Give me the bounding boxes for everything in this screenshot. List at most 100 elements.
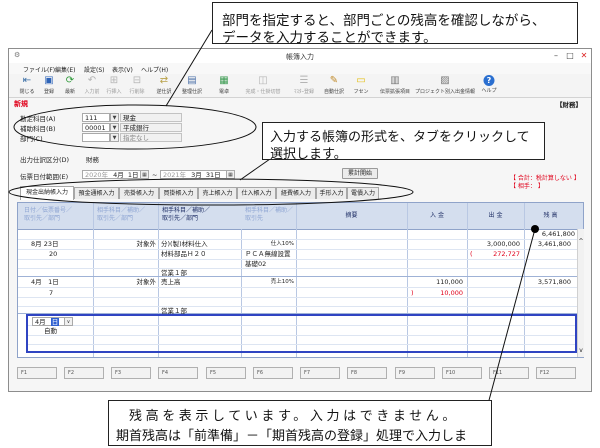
function-key-f12[interactable]: F12 (536, 367, 576, 379)
entry1-tax-amount: 272,727 (493, 250, 520, 258)
function-key-f4[interactable]: F4 (158, 367, 198, 379)
scroll-down-icon[interactable]: v (578, 347, 584, 355)
adjust-entry-button[interactable]: ▤ 整理仕訳 (182, 75, 202, 95)
project-info-icon: ▨ (440, 75, 450, 86)
tab-purchase[interactable]: 仕入帳入力 (237, 187, 276, 199)
menu-file[interactable]: ファイル(F) (23, 65, 55, 74)
output-class-value[interactable]: 財務 (86, 154, 99, 164)
calendar-icon[interactable]: ▦ (226, 170, 235, 179)
function-key-f5[interactable]: F5 (206, 367, 246, 379)
chevron-down-icon[interactable]: ▼ (110, 133, 119, 142)
close-door-icon: ⇤ (22, 75, 32, 86)
entry2-date[interactable]: 4月 1日 (31, 278, 59, 286)
function-key-f1[interactable]: F1 (17, 367, 57, 379)
reverse-entry-button[interactable]: ⇄ 逆仕訳 (156, 75, 171, 95)
function-key-f11[interactable]: F11 (489, 367, 529, 379)
tab-sales[interactable]: 売上帳入力 (198, 187, 237, 199)
function-key-f3[interactable]: F3 (111, 367, 151, 379)
entry1-partner[interactable]: ＰＣＡ無線設置 (245, 250, 291, 258)
function-key-f7[interactable]: F7 (300, 367, 340, 379)
maximize-button[interactable]: □ (563, 50, 577, 61)
function-key-f6[interactable]: F6 (253, 367, 293, 379)
tab-payable[interactable]: 買掛帳入力 (159, 187, 198, 199)
header-balance: 残 高 (543, 212, 558, 219)
tab-bank-book[interactable]: 預金通帳入力 (74, 187, 119, 199)
entry2-deposit[interactable]: 110,000 (407, 278, 463, 286)
sub-account-code-input[interactable]: 00001 (82, 123, 110, 132)
help-button[interactable]: ? ヘルプ (481, 75, 497, 94)
tab-e-claims[interactable]: 電債入力 (347, 187, 379, 199)
close-window-button[interactable]: ✕ (577, 50, 591, 61)
date-to-year: 2021年 (163, 171, 187, 179)
slip-extension-button[interactable]: ▥ 伝票拡張項目 (380, 75, 410, 95)
switch-button[interactable]: ◫ 完成・仕掛切替 (245, 75, 280, 95)
calculator-button[interactable]: ▦ 電卓 (218, 75, 231, 95)
vertical-scrollbar[interactable]: ^ v (577, 229, 584, 357)
menu-settings[interactable]: 設定(S) (84, 65, 105, 74)
tab-bills[interactable]: 手形入力 (316, 187, 347, 199)
header-tax-col: 相手科目／補助／ 取引先／部門 (97, 207, 145, 222)
refresh-button[interactable]: ⟳ 最新 (64, 75, 77, 95)
chevron-down-icon[interactable]: ▼ (110, 113, 119, 122)
tab-cash-book[interactable]: 現金出納帳入力 (20, 186, 74, 200)
chevron-down-icon[interactable]: ∨ (64, 317, 73, 326)
date-from-year: 2020年 (85, 171, 109, 179)
entry1-tax[interactable]: 仕入10% (248, 240, 294, 248)
minimize-button[interactable]: – (549, 50, 563, 61)
auto-entry-button[interactable]: ✎ 自動仕訳 (324, 75, 344, 95)
menu-bar: ファイル(F) 編集(E) 設定(S) 表示(V) ヘルプ(H) (9, 63, 591, 74)
cumulative-start-button[interactable]: 累計開始 (342, 168, 378, 179)
entry1-department[interactable]: 営業１部 (161, 269, 187, 277)
calculator-label: 電卓 (218, 89, 229, 95)
row-divider (18, 297, 577, 298)
register-button[interactable]: ▣ 登録 (43, 75, 56, 95)
refresh-icon: ⟳ (65, 75, 75, 86)
entry1-date[interactable]: 8月 23日 (31, 240, 58, 248)
entry1-dept-code[interactable]: 基礎02 (245, 260, 266, 268)
department-code-input[interactable] (82, 133, 110, 142)
entry2-account[interactable]: 売上高 (161, 278, 181, 286)
new-entry-row[interactable]: 4月 日 ∨ 自動 (26, 314, 577, 353)
undo-button[interactable]: ↶ 入力前 (84, 75, 99, 95)
row-divider (28, 335, 575, 336)
calendar-icon[interactable]: ▦ (140, 170, 149, 179)
entry1-withdrawal[interactable]: 3,000,000 (467, 240, 520, 248)
function-key-f2[interactable]: F2 (64, 367, 104, 379)
tab-expense[interactable]: 経費帳入力 (276, 187, 316, 199)
chevron-down-icon[interactable]: ▼ (110, 123, 119, 132)
row-divider (18, 287, 577, 288)
row-insert-button[interactable]: ⊞ 行挿入 (106, 75, 121, 95)
menu-edit[interactable]: 編集(E) (55, 65, 75, 74)
scroll-up-icon[interactable]: ^ (578, 238, 584, 246)
master-register-button[interactable]: ☰ ﾏｽﾀｰ登録 (294, 75, 314, 95)
date-range-label: 伝票日付範囲(E) (20, 173, 69, 181)
close-button[interactable]: ⇤ 閉じる (19, 75, 34, 95)
menu-view[interactable]: 表示(V) (112, 65, 133, 74)
switch-icon: ◫ (258, 75, 268, 86)
menu-help[interactable]: ヘルプ(H) (141, 65, 168, 74)
function-key-f10[interactable]: F10 (442, 367, 482, 379)
entry2-tax[interactable]: 売上10% (248, 278, 294, 286)
adjust-entry-label: 整理仕訳 (181, 89, 203, 95)
date-to-input[interactable]: 2021年 3月 31日 (160, 170, 234, 179)
date-from-input[interactable]: 2020年 4月 1日 (82, 170, 148, 179)
row-delete-button[interactable]: ⊟ 行削除 (129, 75, 144, 95)
entry1-slip-no[interactable]: 20 (49, 250, 57, 258)
entry1-account[interactable]: 分)(製)材料仕入 (161, 240, 208, 248)
sticky-note-button[interactable]: ▭ フセン (353, 75, 368, 95)
row-divider (28, 344, 575, 345)
entry1-sub-account[interactable]: 材料部品Ｈ２０ (161, 250, 207, 258)
account-code-input[interactable]: 111 (82, 113, 110, 122)
entry2-tax-class[interactable]: 対象外 (108, 278, 157, 286)
project-info-button[interactable]: ▨ プロジェクト別入出金情報 (415, 75, 475, 95)
undo-icon: ↶ (87, 75, 97, 86)
tab-receivable[interactable]: 売掛帳入力 (119, 187, 159, 199)
switch-label: 完成・仕掛切替 (245, 89, 281, 95)
callout-balance-line1: 残高を表示しています。入力はできません。 (129, 409, 459, 424)
close-label: 閉じる (19, 89, 35, 95)
new-entry-mode: 自動 (44, 327, 57, 335)
function-key-f9[interactable]: F9 (395, 367, 435, 379)
entry2-slip-no[interactable]: 7 (49, 289, 53, 297)
function-key-f8[interactable]: F8 (347, 367, 387, 379)
entry1-tax-class[interactable]: 対象外 (108, 240, 157, 248)
